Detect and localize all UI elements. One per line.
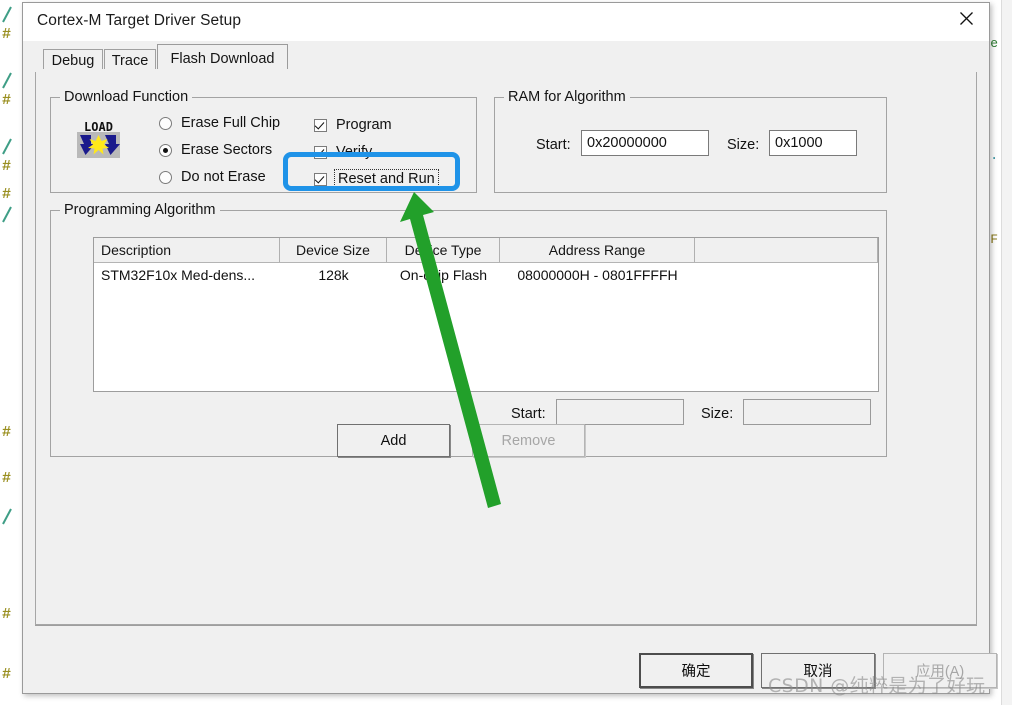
bg-glyph: .: [990, 148, 998, 163]
tab-trace-label: Trace: [111, 53, 149, 69]
ram-for-algorithm-group: RAM for Algorithm Start: 0x20000000 Size…: [494, 89, 887, 193]
bg-glyph: [2, 72, 12, 89]
checkbox-program-label: Program: [336, 117, 392, 133]
close-icon[interactable]: [943, 3, 989, 33]
bg-glyph: [2, 508, 12, 525]
remove-button: Remove: [472, 424, 585, 457]
ram-start-input[interactable]: 0x20000000: [581, 130, 709, 156]
checkbox-program[interactable]: Program: [314, 117, 392, 133]
bg-glyph: #: [2, 26, 12, 43]
checkbox-indicator: [314, 118, 327, 132]
radio-do-not-erase-label: Do not Erase: [181, 169, 266, 185]
bg-glyph: #: [2, 158, 12, 175]
column-header-device-size[interactable]: Device Size: [280, 238, 387, 262]
bg-glyph: #: [2, 606, 12, 623]
radio-indicator: [159, 170, 172, 184]
checkbox-indicator: [314, 145, 327, 159]
bg-glyph: #: [2, 470, 12, 487]
ram-size-label: Size:: [727, 137, 760, 153]
checkbox-reset-and-run[interactable]: Reset and Run: [314, 169, 439, 189]
tab-underline: [23, 69, 989, 72]
cell-blank: [695, 263, 878, 287]
load-icon: LOAD: [77, 118, 120, 158]
tab-flash-download[interactable]: Flash Download: [157, 44, 288, 72]
ram-size-input[interactable]: 0x1000: [769, 130, 857, 156]
bg-glyph: [2, 6, 12, 23]
algorithm-size-label: Size:: [701, 406, 734, 422]
bg-glyph: [2, 206, 12, 223]
programming-algorithm-group: Programming Algorithm Description Device…: [50, 202, 887, 457]
bg-glyph: [2, 138, 12, 155]
cell-device-type: On-chip Flash: [399, 267, 488, 283]
radio-erase-full-chip[interactable]: Erase Full Chip: [159, 115, 280, 131]
algorithm-start-input[interactable]: [556, 399, 684, 425]
ram-start-label: Start:: [536, 137, 571, 153]
table-row[interactable]: STM32F10x Med-dens... 128k On-chip Flash…: [94, 263, 878, 287]
checkbox-verify[interactable]: Verify: [314, 144, 372, 160]
tab-page-flash-download: Download Function LOAD Erase Full Chip E…: [35, 72, 977, 625]
programming-algorithm-legend: Programming Algorithm: [60, 202, 220, 218]
ok-button-label: 确定: [681, 664, 711, 680]
watermark: CSDN @纯粹是为了好玩: [768, 675, 986, 697]
download-function-legend: Download Function: [60, 89, 193, 105]
bg-glyph: #: [2, 666, 12, 683]
bg-glyph: e: [990, 36, 998, 51]
radio-erase-sectors[interactable]: Erase Sectors: [159, 142, 272, 158]
tab-flash-download-label: Flash Download: [170, 50, 275, 67]
bg-glyph: F: [990, 232, 998, 247]
column-header-device-type[interactable]: Device Type: [387, 238, 500, 262]
remove-button-label: Remove: [501, 432, 556, 449]
checkbox-indicator: [314, 172, 327, 186]
column-header-description[interactable]: Description: [94, 238, 280, 262]
algorithm-start-label: Start:: [511, 406, 546, 422]
ok-button[interactable]: 确定: [639, 653, 753, 688]
tab-debug-label: Debug: [51, 53, 95, 69]
checkbox-verify-label: Verify: [336, 144, 373, 160]
radio-indicator: [159, 116, 172, 130]
title-bar: Cortex-M Target Driver Setup: [23, 3, 989, 41]
ram-for-algorithm-legend: RAM for Algorithm: [504, 89, 630, 105]
programming-algorithm-table[interactable]: Description Device Size Device Type Addr…: [93, 237, 879, 392]
radio-do-not-erase[interactable]: Do not Erase: [159, 169, 266, 185]
add-button[interactable]: Add: [337, 424, 450, 457]
column-header-blank[interactable]: [695, 238, 878, 262]
bg-glyph: #: [2, 424, 12, 441]
radio-erase-sectors-label: Erase Sectors: [181, 142, 273, 158]
checkbox-reset-and-run-label: Reset and Run: [334, 169, 439, 189]
dialog-body: Download Function LOAD Erase Full Chip E…: [23, 72, 989, 625]
table-header-row: Description Device Size Device Type Addr…: [94, 238, 878, 263]
algorithm-size-input[interactable]: [743, 399, 871, 425]
svg-text:LOAD: LOAD: [84, 120, 113, 134]
cell-description: STM32F10x Med-dens...: [101, 267, 256, 283]
window-title: Cortex-M Target Driver Setup: [37, 12, 242, 29]
cell-device-size: 128k: [318, 267, 349, 283]
footer-separator: [35, 625, 977, 628]
tab-strip: Debug Trace Flash Download: [23, 41, 989, 72]
bg-glyph: #: [2, 186, 12, 203]
add-button-label: Add: [380, 432, 407, 449]
background-scrollbar[interactable]: [1001, 0, 1012, 705]
radio-indicator: [159, 143, 172, 157]
radio-erase-full-chip-label: Erase Full Chip: [181, 115, 281, 131]
target-driver-setup-dialog: Cortex-M Target Driver Setup Debug Trace…: [22, 2, 997, 694]
cell-address-range: 08000000H - 0801FFFFH: [517, 267, 678, 283]
download-function-group: Download Function LOAD Erase Full Chip E…: [50, 89, 477, 193]
column-header-address-range[interactable]: Address Range: [500, 238, 695, 262]
bg-glyph: #: [2, 92, 12, 109]
